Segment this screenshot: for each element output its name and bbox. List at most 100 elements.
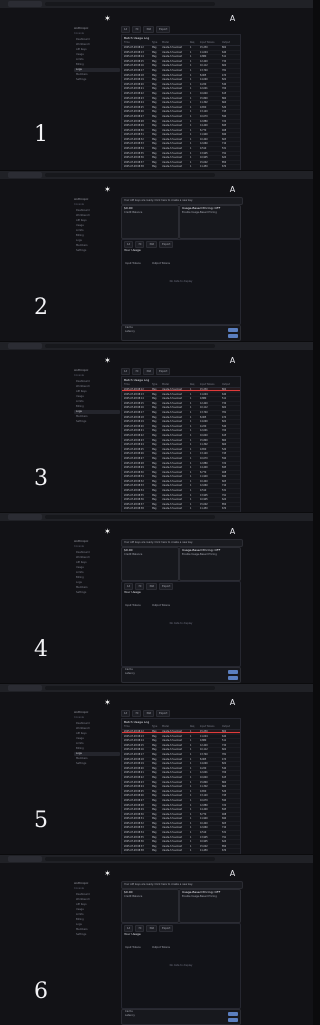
sidebar-item[interactable]: Settings (74, 249, 120, 253)
usage-range-button[interactable]: Export (159, 924, 174, 932)
sidebar-item[interactable]: Workbench (74, 214, 120, 218)
browser-tab[interactable] (8, 343, 42, 349)
sidebar-item[interactable]: Dashboard (74, 209, 120, 213)
usage-range-button[interactable]: Export (159, 582, 174, 590)
sidebar-item[interactable]: Settings (74, 933, 120, 937)
window-controls[interactable] (273, 172, 311, 187)
pricing-card[interactable]: Usage-Based Pricing: OFF Enable Usage-Bas… (179, 205, 241, 239)
sidebar-item[interactable]: Settings (74, 762, 120, 766)
sidebar-item[interactable]: Dashboard (74, 893, 120, 897)
filter-button[interactable]: 1d (121, 709, 131, 717)
browser-tab[interactable] (8, 172, 42, 178)
column-header[interactable]: Req (190, 383, 200, 387)
sidebar-item[interactable]: Workbench (74, 385, 120, 389)
usage-range-button[interactable]: Export (159, 240, 174, 248)
sidebar-item[interactable]: Logs (74, 752, 120, 756)
address-bar[interactable] (45, 857, 215, 861)
usage-range-button[interactable]: 7d (135, 582, 145, 590)
usage-range-button[interactable]: 30d (146, 240, 158, 248)
sidebar-item[interactable]: API Keys (74, 219, 120, 223)
column-header[interactable]: Time (122, 41, 152, 45)
window-controls[interactable] (273, 856, 311, 871)
filter-button[interactable]: Export (156, 709, 171, 717)
pricing-card[interactable]: Usage-Based Pricing: OFF Enable Usage-Bas… (179, 889, 241, 923)
filter-button[interactable]: 1d (121, 367, 131, 375)
sidebar-item[interactable]: Logs (74, 581, 120, 585)
sidebar-item[interactable]: Limits (74, 58, 120, 62)
filter-button[interactable]: Export (156, 367, 171, 375)
pricing-action[interactable]: Enable Usage-Based Pricing (180, 553, 240, 557)
window-controls[interactable] (273, 514, 311, 529)
sidebar-item[interactable]: Limits (74, 400, 120, 404)
filter-button[interactable]: 30d (143, 25, 155, 33)
sidebar-item[interactable]: Billing (74, 405, 120, 409)
column-header[interactable]: Output (222, 725, 238, 729)
footer-button[interactable] (228, 1018, 238, 1022)
window-controls[interactable] (273, 685, 311, 700)
sidebar-item[interactable]: Members (74, 586, 120, 590)
pricing-action[interactable]: Enable Usage-Based Pricing (180, 211, 240, 215)
footer-button[interactable] (228, 334, 238, 338)
sidebar-item[interactable]: Usage (74, 224, 120, 228)
sidebar-item[interactable]: Dashboard (74, 380, 120, 384)
column-header[interactable]: Model (162, 383, 190, 387)
usage-range-button[interactable]: 1d (124, 924, 134, 932)
filter-button[interactable]: 30d (143, 709, 155, 717)
column-header[interactable]: Req (190, 41, 200, 45)
column-header[interactable]: Time (122, 725, 152, 729)
footer-button[interactable] (228, 328, 238, 332)
column-header[interactable]: Output (222, 41, 238, 45)
column-header[interactable]: Time (122, 383, 152, 387)
window-controls[interactable] (273, 1, 311, 16)
sidebar-item[interactable]: Billing (74, 576, 120, 580)
column-header[interactable]: Model (162, 41, 190, 45)
browser-tab[interactable] (8, 1, 42, 7)
sidebar-item[interactable]: Members (74, 73, 120, 77)
browser-tab[interactable] (8, 514, 42, 520)
sidebar-item[interactable]: API Keys (74, 903, 120, 907)
browser-tab[interactable] (8, 685, 42, 691)
sidebar-item[interactable]: Usage (74, 395, 120, 399)
sidebar-item[interactable]: Workbench (74, 727, 120, 731)
filter-button[interactable]: 7d (132, 709, 142, 717)
sidebar-item[interactable]: Limits (74, 913, 120, 917)
filter-button[interactable]: 30d (143, 367, 155, 375)
column-header[interactable]: Type (152, 383, 162, 387)
sidebar-item[interactable]: Members (74, 244, 120, 248)
footer-button[interactable] (228, 670, 238, 674)
sidebar-item[interactable]: Dashboard (74, 551, 120, 555)
sidebar-item[interactable]: Limits (74, 742, 120, 746)
sidebar-item[interactable]: Billing (74, 234, 120, 238)
filter-button[interactable]: 7d (132, 367, 142, 375)
usage-range-button[interactable]: 7d (135, 924, 145, 932)
sidebar-item[interactable]: Workbench (74, 556, 120, 560)
address-bar[interactable] (45, 173, 215, 177)
pricing-card[interactable]: Usage-Based Pricing: OFF Enable Usage-Bas… (179, 547, 241, 581)
sidebar-item[interactable]: API Keys (74, 390, 120, 394)
address-bar[interactable] (45, 515, 215, 519)
sidebar-item[interactable]: Billing (74, 63, 120, 67)
usage-range-button[interactable]: 1d (124, 240, 134, 248)
usage-range-button[interactable]: 30d (146, 582, 158, 590)
column-header[interactable]: Output (222, 383, 238, 387)
sidebar-item[interactable]: Usage (74, 53, 120, 57)
sidebar-item[interactable]: Settings (74, 591, 120, 595)
sidebar-item[interactable]: Billing (74, 747, 120, 751)
sidebar-item[interactable]: Dashboard (74, 722, 120, 726)
filter-button[interactable]: 1d (121, 25, 131, 33)
usage-range-button[interactable]: 7d (135, 240, 145, 248)
sidebar-item[interactable]: Billing (74, 918, 120, 922)
filter-button[interactable]: 7d (132, 25, 142, 33)
column-header[interactable]: Req (190, 725, 200, 729)
usage-range-button[interactable]: 1d (124, 582, 134, 590)
address-bar[interactable] (45, 686, 215, 690)
filter-button[interactable]: Export (156, 25, 171, 33)
sidebar-item[interactable]: Dashboard (74, 38, 120, 42)
window-controls[interactable] (273, 343, 311, 358)
column-header[interactable]: Type (152, 41, 162, 45)
sidebar-item[interactable]: Usage (74, 566, 120, 570)
sidebar-item[interactable]: Limits (74, 571, 120, 575)
sidebar-item[interactable]: Settings (74, 420, 120, 424)
sidebar-item[interactable]: Logs (74, 239, 120, 243)
sidebar-item[interactable]: Workbench (74, 898, 120, 902)
